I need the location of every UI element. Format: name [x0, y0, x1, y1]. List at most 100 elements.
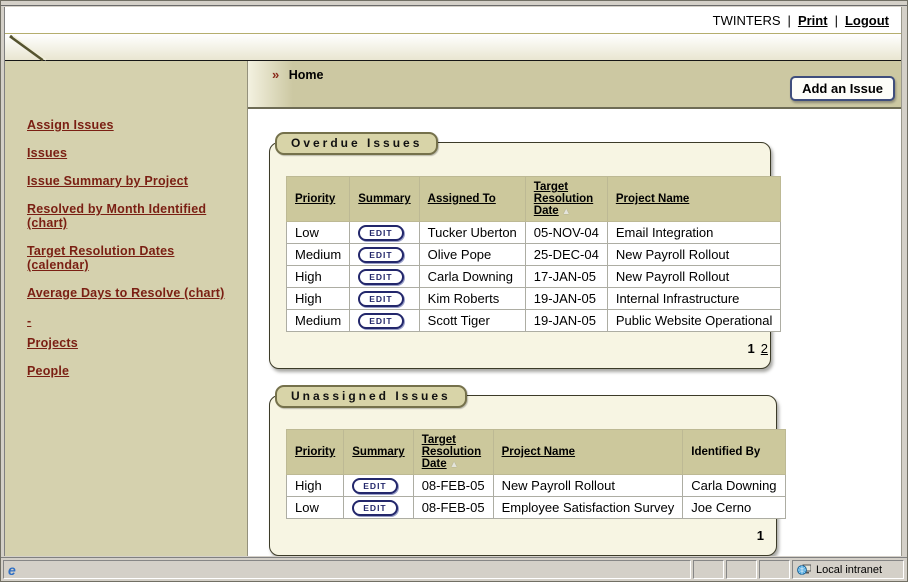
summary-cell: EDIT [350, 266, 419, 288]
summary-cell: EDIT [344, 497, 413, 519]
table-row: HighEDITCarla Downing17-JAN-05New Payrol… [287, 266, 781, 288]
edit-button[interactable]: EDIT [352, 500, 397, 516]
print-link[interactable]: Print [798, 13, 828, 28]
pagination-page-link[interactable]: 2 [761, 341, 768, 356]
breadcrumb-home-link[interactable]: Home [289, 68, 324, 82]
status-pane-1 [693, 560, 724, 579]
region-title: Unassigned Issues [275, 385, 467, 408]
table-row: HighEDITKim Roberts19-JAN-05Internal Inf… [287, 288, 781, 310]
column-header-label: Project Name [616, 193, 690, 205]
assigned-to-cell: Kim Roberts [419, 288, 525, 310]
status-pane-3 [759, 560, 790, 579]
table-row: Medium EDIT Olive Pope25-DEC-04New Payroll… [287, 244, 781, 266]
region-title: Overdue Issues [275, 132, 438, 155]
browser-client-area: TWINTERS | Print | Logout Assign Issues … [4, 7, 902, 556]
summary-cell: EDIT [350, 244, 419, 266]
sidebar-item-resolved-by-month-chart[interactable]: Resolved by Month Identified (chart) [27, 202, 237, 230]
column-header-target-resolution-date[interactable]: Target Resolution Date▲ [413, 430, 493, 475]
target-resolution-date-cell: 08-FEB-05 [413, 497, 493, 519]
main-content: » Home Add an Issue Overdue Issues Priori… [248, 61, 901, 556]
sidebar-item-assign-issues[interactable]: Assign Issues [27, 118, 237, 132]
separator: | [835, 13, 838, 28]
status-pane-2 [726, 560, 757, 579]
sidebar-item-target-resolution-calendar[interactable]: Target Resolution Dates (calendar) [27, 244, 237, 272]
assigned-to-cell: Scott Tiger [419, 310, 525, 332]
unassigned-issues-table: Priority Summary Target Resolution Date▲ Pr… [286, 429, 786, 519]
sidebar-item-issue-summary-by-project[interactable]: Issue Summary by Project [27, 174, 237, 188]
target-resolution-date-cell: 08-FEB-05 [413, 475, 493, 497]
page-body: Overdue Issues Priority Summary Assigned To… [248, 109, 901, 556]
pagination: 1 [286, 528, 766, 543]
column-header-label: Summary [352, 446, 404, 458]
sidebar: Assign Issues Issues Issue Summary by Pr… [5, 61, 248, 556]
edit-button[interactable]: EDIT [358, 313, 403, 329]
sidebar-item-issues[interactable]: Issues [27, 146, 237, 160]
column-header-target-resolution-date[interactable]: Target Resolution Date▲ [525, 177, 607, 222]
priority-cell: Low [287, 497, 344, 519]
assigned-to-cell: Tucker Uberton [419, 222, 525, 244]
identified-by-cell: Carla Downing [683, 475, 785, 497]
breadcrumb: » Home [272, 67, 323, 82]
column-header-project-name[interactable]: Project Name [493, 430, 683, 475]
edit-button[interactable]: EDIT [352, 478, 397, 494]
add-an-issue-button[interactable]: Add an Issue [790, 76, 895, 101]
target-resolution-date-cell: 05-NOV-04 [525, 222, 607, 244]
region-overdue-issues: Overdue IssuesPrioritySummaryAssigned To… [269, 142, 771, 369]
project-name-cell: Public Website Operational [607, 310, 781, 332]
column-header-label: Project Name [502, 446, 576, 458]
column-header-priority[interactable]: Priority [287, 177, 350, 222]
region-unassigned-issues: Unassigned IssuesPrioritySummaryTarget R… [269, 395, 777, 556]
pagination: 12 [286, 341, 770, 356]
priority-cell: Low [287, 222, 350, 244]
separator: | [788, 13, 791, 28]
project-name-cell: New Payroll Rollout [493, 475, 683, 497]
column-header-label: Summary [358, 193, 410, 205]
logout-link[interactable]: Logout [845, 13, 889, 28]
summary-cell: EDIT [350, 310, 419, 332]
app-body: Assign Issues Issues Issue Summary by Pr… [5, 61, 901, 556]
target-resolution-date-cell: 25-DEC-04 [525, 244, 607, 266]
column-header-label: Assigned To [428, 193, 496, 205]
column-header-identified-by: Identified By [683, 430, 785, 475]
table-row: LowEDITTucker Uberton05-NOV-04Email Inte… [287, 222, 781, 244]
sidebar-item-dash[interactable]: - [27, 314, 237, 328]
sidebar-item-average-days-chart[interactable]: Average Days to Resolve (chart) [27, 286, 237, 300]
table-row: Medium EDIT Scott Tiger19-JAN-05Public Web… [287, 310, 781, 332]
sidebar-item-people[interactable]: People [27, 364, 237, 378]
edit-button[interactable]: EDIT [358, 247, 403, 263]
target-resolution-date-cell: 19-JAN-05 [525, 310, 607, 332]
overdue-issues-table: Priority Summary Assigned To Target Resolut… [286, 176, 781, 332]
column-header-label: Priority [295, 446, 335, 458]
table-row: LowEDIT08-FEB-05Employee Satisfaction Su… [287, 497, 786, 519]
column-header-summary[interactable]: Summary [350, 177, 419, 222]
utility-bar: TWINTERS | Print | Logout [5, 7, 901, 34]
identified-by-cell: Joe Cerno [683, 497, 785, 519]
priority-cell: Medium [287, 244, 350, 266]
project-name-cell: Internal Infrastructure [607, 288, 781, 310]
target-resolution-date-cell: 19-JAN-05 [525, 288, 607, 310]
summary-cell: EDIT [344, 475, 413, 497]
project-name-cell: New Payroll Rollout [607, 266, 781, 288]
status-pane-security-zone: Local intranet [792, 560, 904, 579]
theme-gradient-band [5, 34, 901, 61]
column-header-label: Identified By [691, 446, 760, 458]
target-resolution-date-cell: 17-JAN-05 [525, 266, 607, 288]
column-header-summary[interactable]: Summary [344, 430, 413, 475]
column-header-assigned-to[interactable]: Assigned To [419, 177, 525, 222]
summary-cell: EDIT [350, 288, 419, 310]
pagination-current-page: 1 [748, 341, 755, 356]
priority-cell: Medium [287, 310, 350, 332]
column-header-project-name[interactable]: Project Name [607, 177, 781, 222]
edit-button[interactable]: EDIT [358, 269, 403, 285]
project-name-cell: New Payroll Rollout [607, 244, 781, 266]
column-header-priority[interactable]: Priority [287, 430, 344, 475]
intranet-globe-icon [797, 563, 811, 576]
breadcrumb-band: » Home Add an Issue [248, 61, 901, 109]
edit-button[interactable]: EDIT [358, 291, 403, 307]
assigned-to-cell: Olive Pope [419, 244, 525, 266]
status-bar: e Local intranet [1, 557, 907, 581]
sidebar-item-projects[interactable]: Projects [27, 336, 237, 350]
priority-cell: High [287, 266, 350, 288]
edit-button[interactable]: EDIT [358, 225, 403, 241]
sort-ascending-icon: ▲ [562, 206, 571, 216]
